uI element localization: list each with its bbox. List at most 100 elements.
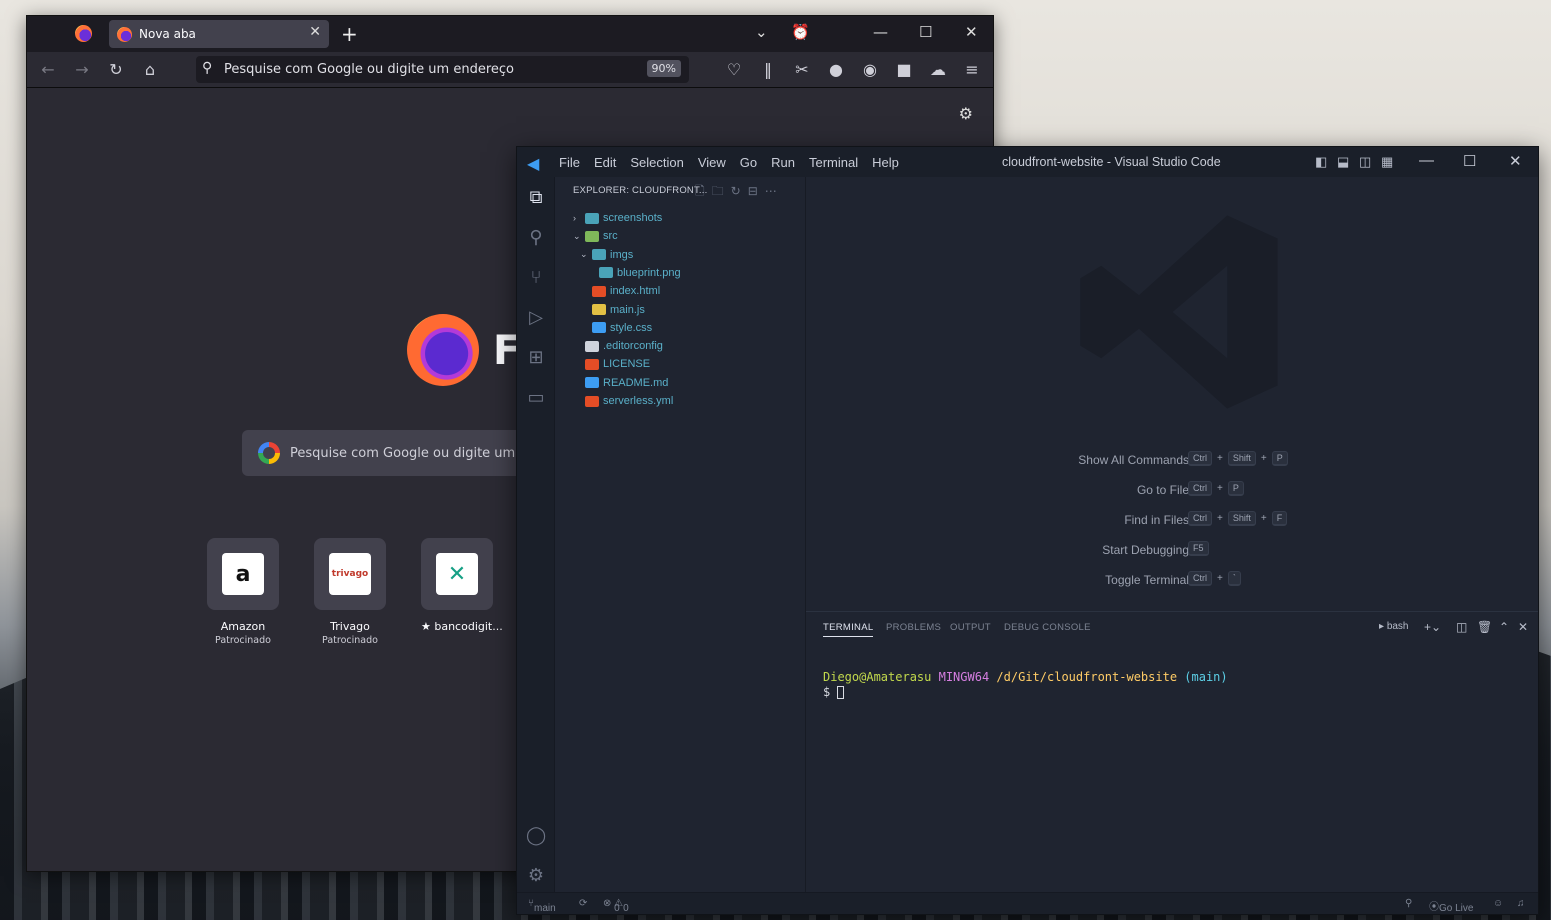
tree-item[interactable]: .editorconfig xyxy=(573,337,663,355)
extensions-icon[interactable]: ⊞ xyxy=(526,347,546,368)
explorer-icon[interactable]: ⧉ xyxy=(526,187,546,208)
back-icon[interactable]: ← xyxy=(38,60,58,79)
list-tabs-icon[interactable]: ⌄ xyxy=(755,23,768,41)
extension-d-icon[interactable]: ● xyxy=(826,60,846,79)
alarm-extension-icon[interactable]: ⏰ xyxy=(791,23,810,41)
tree-item[interactable]: index.html xyxy=(580,282,660,300)
minimize-icon[interactable]: — xyxy=(873,23,888,41)
new-terminal-icon[interactable]: +⌄ xyxy=(1424,620,1441,634)
extension-orange-icon[interactable]: ■ xyxy=(894,60,914,79)
error-count: 0 xyxy=(614,903,620,914)
extensions-icon[interactable]: ☁ xyxy=(928,60,948,79)
go-live-button[interactable]: ⦿ Go Live xyxy=(1429,898,1473,914)
remote-explorer-icon[interactable]: ▭ xyxy=(526,387,546,408)
feedback-icon[interactable]: ☺ xyxy=(1493,898,1503,909)
minimize-icon[interactable]: — xyxy=(1419,152,1434,169)
chevron-icon: ⌄ xyxy=(573,230,581,241)
newtab-search-box[interactable]: Pesquise com Google ou digite um end xyxy=(242,430,542,476)
tree-item[interactable]: main.js xyxy=(580,301,645,319)
extension-owl-icon[interactable]: ◉ xyxy=(860,60,880,79)
menu-icon[interactable]: ≡ xyxy=(962,60,982,79)
new-tab-button[interactable]: + xyxy=(341,22,358,46)
vscode-logo-icon: ◀ xyxy=(527,156,540,173)
pocket-icon[interactable]: ♡ xyxy=(724,60,744,79)
zoom-badge[interactable]: 90% xyxy=(646,60,681,77)
shortcut-trivago[interactable]: trivago Trivago Patrocinado xyxy=(314,538,386,646)
tab-debug-console[interactable]: DEBUG CONSOLE xyxy=(1004,622,1091,633)
explorer-actions[interactable]: 🗋🗀↻⊟⋯ xyxy=(695,182,784,203)
problems-indicator[interactable]: ⊗ 0 ⚠ 0 xyxy=(603,898,629,914)
close-window-icon[interactable]: ✕ xyxy=(965,23,978,41)
tree-item[interactable]: blueprint.png xyxy=(587,264,681,282)
forward-icon[interactable]: → xyxy=(72,60,92,79)
address-bar[interactable]: ⚲ Pesquise com Google ou digite um ender… xyxy=(196,56,689,83)
menu-go[interactable]: Go xyxy=(740,155,757,170)
shortcut-amazon[interactable]: a Amazon Patrocinado xyxy=(207,538,279,646)
key-plus: + xyxy=(1217,483,1223,494)
terminal-output[interactable]: Diego@Amaterasu MINGW64 /d/Git/cloudfron… xyxy=(823,670,1228,700)
screenshot-icon[interactable]: ✂ xyxy=(792,60,812,79)
shortcut-hint-label: Show All Commands xyxy=(1078,453,1189,467)
sync-icon[interactable]: ⟳ xyxy=(579,898,587,909)
customize-layout-icon[interactable]: ▦ xyxy=(1381,154,1393,170)
branch-indicator[interactable]: ⑂ main xyxy=(528,898,556,914)
tab-terminal[interactable]: TERMINAL xyxy=(823,622,874,637)
shortcut-hint-row: Start Debugging F5 xyxy=(806,541,1538,561)
close-panel-icon[interactable]: ✕ xyxy=(1518,620,1528,634)
reload-icon[interactable]: ↻ xyxy=(106,60,126,79)
shortcut-hint-label: Toggle Terminal xyxy=(1105,573,1189,587)
keycap: P xyxy=(1271,451,1288,466)
settings-gear-icon[interactable]: ⚙ xyxy=(959,104,973,123)
maximize-panel-icon[interactable]: ⌃ xyxy=(1499,620,1509,634)
key-plus: + xyxy=(1217,573,1223,584)
maximize-icon[interactable]: ☐ xyxy=(1463,152,1476,170)
close-window-icon[interactable]: ✕ xyxy=(1509,152,1522,170)
key-plus: + xyxy=(1260,453,1267,464)
tree-item[interactable]: ⌄ src xyxy=(573,227,618,245)
menu-edit[interactable]: Edit xyxy=(594,155,616,170)
maximize-icon[interactable]: ☐ xyxy=(919,23,932,41)
close-tab-icon[interactable]: ✕ xyxy=(309,24,321,40)
shortcut-keys: F5 xyxy=(1188,541,1209,556)
menu-terminal[interactable]: Terminal xyxy=(809,155,858,170)
prompt-env: MINGW64 xyxy=(938,670,990,684)
toggle-sidebar-icon[interactable]: ◧ xyxy=(1315,154,1327,170)
tree-item[interactable]: README.md xyxy=(573,374,668,392)
keycap: Shift xyxy=(1227,451,1256,466)
tree-item[interactable]: ⌄ imgs xyxy=(580,246,633,264)
menu-file[interactable]: File xyxy=(559,155,580,170)
source-control-icon[interactable]: ⑂ xyxy=(526,267,546,288)
tree-item[interactable]: serverless.yml xyxy=(573,392,673,410)
menu-selection[interactable]: Selection xyxy=(630,155,683,170)
toggle-secondary-sidebar-icon[interactable]: ◫ xyxy=(1359,154,1371,170)
menu-view[interactable]: View xyxy=(698,155,726,170)
bottom-panel: TERMINAL PROBLEMS OUTPUT DEBUG CONSOLE ▸… xyxy=(806,611,1538,892)
split-terminal-icon[interactable]: ◫ xyxy=(1456,620,1467,634)
explorer-header: EXPLORER: CLOUDFRONT... xyxy=(573,185,708,196)
kill-terminal-icon[interactable]: 🗑 xyxy=(1477,620,1492,634)
manage-gear-icon[interactable]: ⚙ xyxy=(526,865,546,886)
menu-help[interactable]: Help xyxy=(872,155,899,170)
firefox-view-icon[interactable] xyxy=(75,25,92,42)
shortcut-bancodigital[interactable]: ✕ ★ bancodigit... xyxy=(421,538,503,633)
tab-problems[interactable]: PROBLEMS xyxy=(886,622,941,633)
tree-item[interactable]: LICENSE xyxy=(573,355,650,373)
run-debug-icon[interactable]: ▷ xyxy=(526,307,546,328)
tab-nova-aba[interactable]: Nova aba ✕ xyxy=(109,20,329,48)
yml-file-icon xyxy=(585,395,599,407)
menu-run[interactable]: Run xyxy=(771,155,795,170)
terminal-shell-selector[interactable]: ▸ bash xyxy=(1379,621,1409,632)
tree-item[interactable]: style.css xyxy=(580,319,652,337)
search-icon[interactable]: ⚲ xyxy=(526,227,546,248)
accounts-icon[interactable]: ◯ xyxy=(526,825,546,846)
tab-output[interactable]: OUTPUT xyxy=(950,622,991,633)
bancodigital-icon: ✕ xyxy=(436,553,478,595)
home-icon[interactable]: ⌂ xyxy=(140,60,160,79)
notifications-bell-icon[interactable]: ♫ xyxy=(1517,898,1525,909)
toggle-panel-icon[interactable]: ⬓ xyxy=(1337,154,1349,170)
html-file-icon xyxy=(592,285,606,297)
shortcut-name: Trivago xyxy=(330,620,370,633)
broadcast-icon[interactable]: ⚲ xyxy=(1405,898,1412,909)
tree-item[interactable]: › screenshots xyxy=(573,209,662,227)
library-icon[interactable]: ‖ xyxy=(758,60,778,79)
